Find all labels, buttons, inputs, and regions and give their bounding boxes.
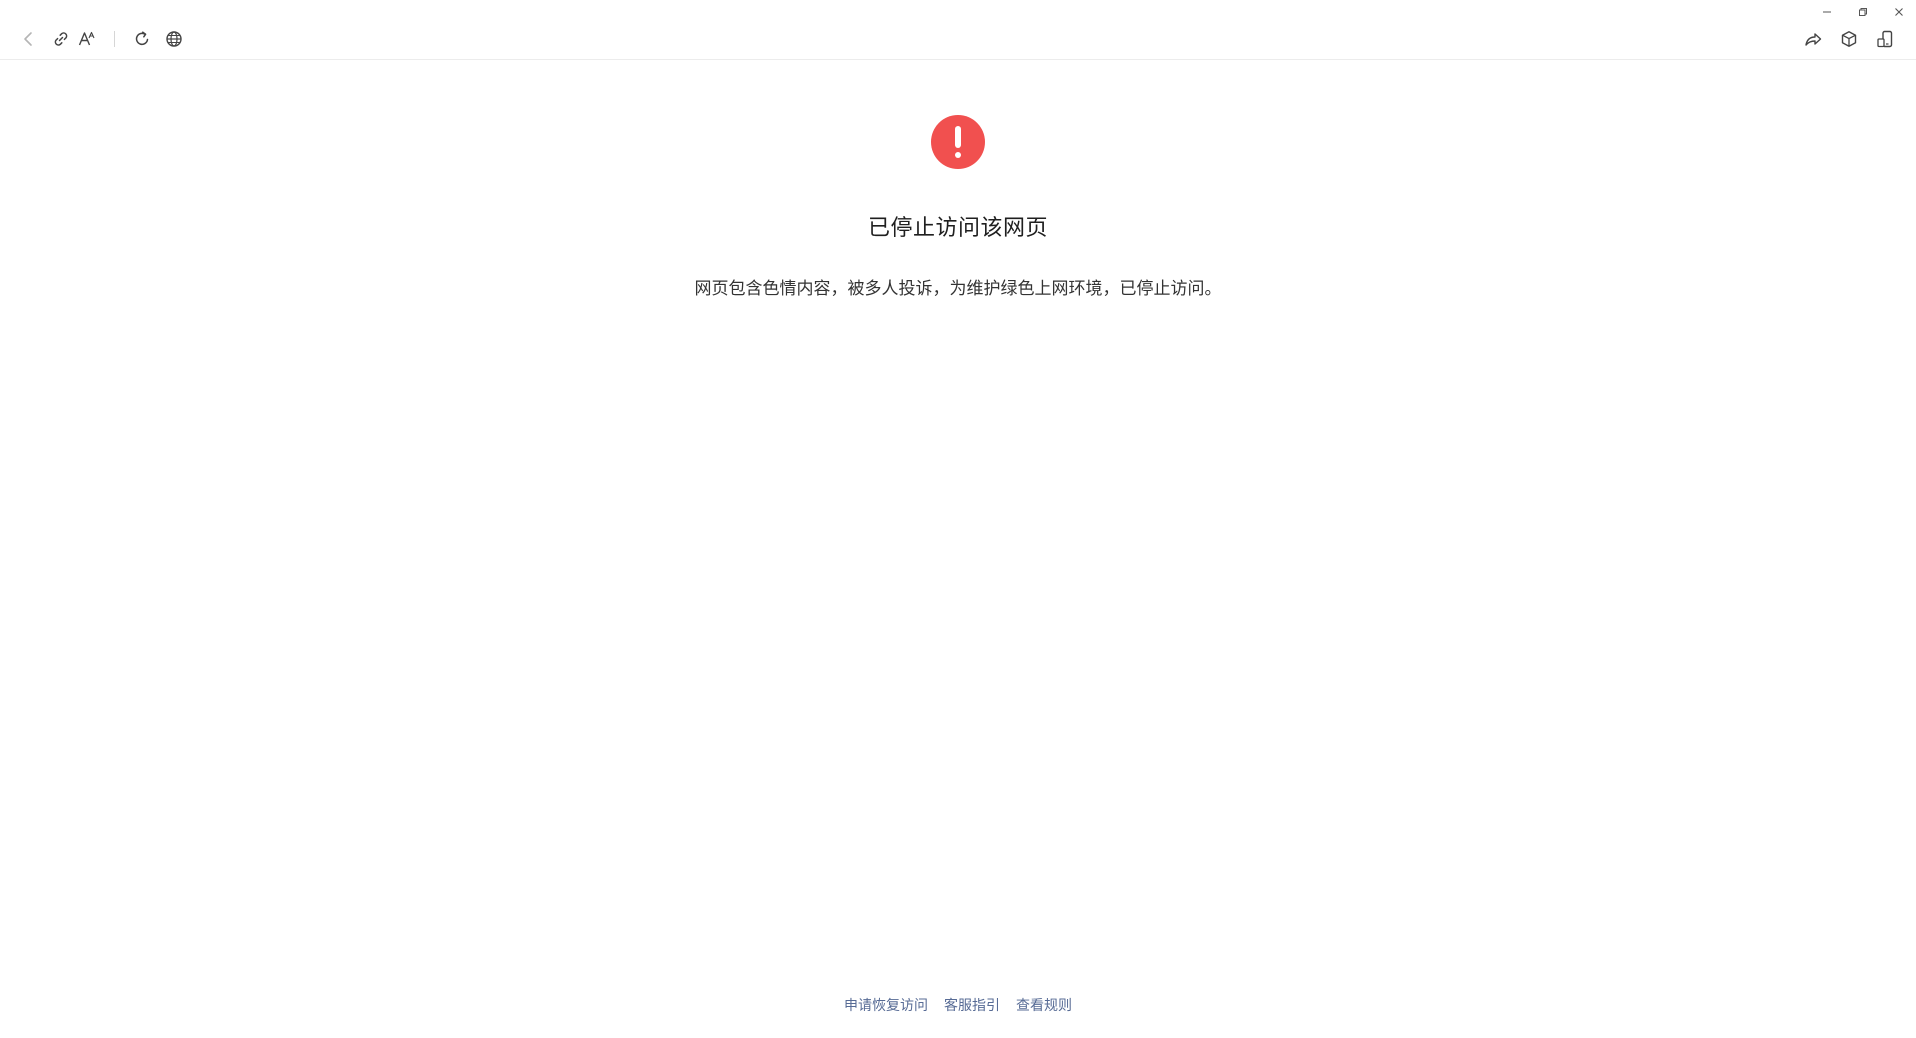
share-icon <box>1805 33 1822 46</box>
request-restore-link[interactable]: 申请恢复访问 <box>844 995 928 1015</box>
back-button[interactable] <box>16 26 42 52</box>
block-reason-text: 网页包含色情内容，被多人投诉，为维护绿色上网环境，已停止访问。 <box>694 279 1222 299</box>
view-rules-link[interactable]: 查看规则 <box>1016 995 1072 1015</box>
window-controls <box>1820 4 1906 20</box>
toolbar <box>0 0 1916 60</box>
mini-program-button[interactable] <box>1836 26 1862 52</box>
page-title: 已停止访问该网页 <box>867 216 1048 241</box>
phone-icon <box>1877 30 1893 48</box>
font-size-button[interactable] <box>74 26 100 52</box>
toolbar-right-group <box>1800 26 1898 52</box>
refresh-button[interactable] <box>129 26 155 52</box>
link-icon <box>54 32 68 46</box>
open-on-phone-button[interactable] <box>1872 26 1898 52</box>
restore-button[interactable] <box>1856 5 1870 19</box>
font-size-icon <box>78 31 95 46</box>
open-in-browser-button[interactable] <box>161 26 187 52</box>
minimize-icon <box>1823 11 1831 13</box>
close-button[interactable] <box>1892 5 1906 19</box>
close-icon <box>1895 8 1903 16</box>
customer-service-link[interactable]: 客服指引 <box>944 995 1000 1015</box>
footer-links: 申请恢复访问 客服指引 查看规则 <box>0 995 1916 1015</box>
blocked-page-content: 已停止访问该网页 网页包含色情内容，被多人投诉，为维护绿色上网环境，已停止访问。… <box>0 60 1916 1038</box>
cube-icon <box>1841 31 1857 47</box>
globe-icon <box>166 31 182 47</box>
toolbar-separator <box>114 31 115 47</box>
refresh-icon <box>135 31 149 46</box>
restore-icon <box>1859 8 1867 16</box>
share-button[interactable] <box>1800 26 1826 52</box>
browser-window: 已停止访问该网页 网页包含色情内容，被多人投诉，为维护绿色上网环境，已停止访问。… <box>0 0 1916 1038</box>
minimize-button[interactable] <box>1820 5 1834 19</box>
exclamation-circle-icon <box>931 115 985 169</box>
back-arrow-icon <box>24 32 32 46</box>
toolbar-left-group <box>16 26 187 52</box>
copy-link-button[interactable] <box>48 26 74 52</box>
